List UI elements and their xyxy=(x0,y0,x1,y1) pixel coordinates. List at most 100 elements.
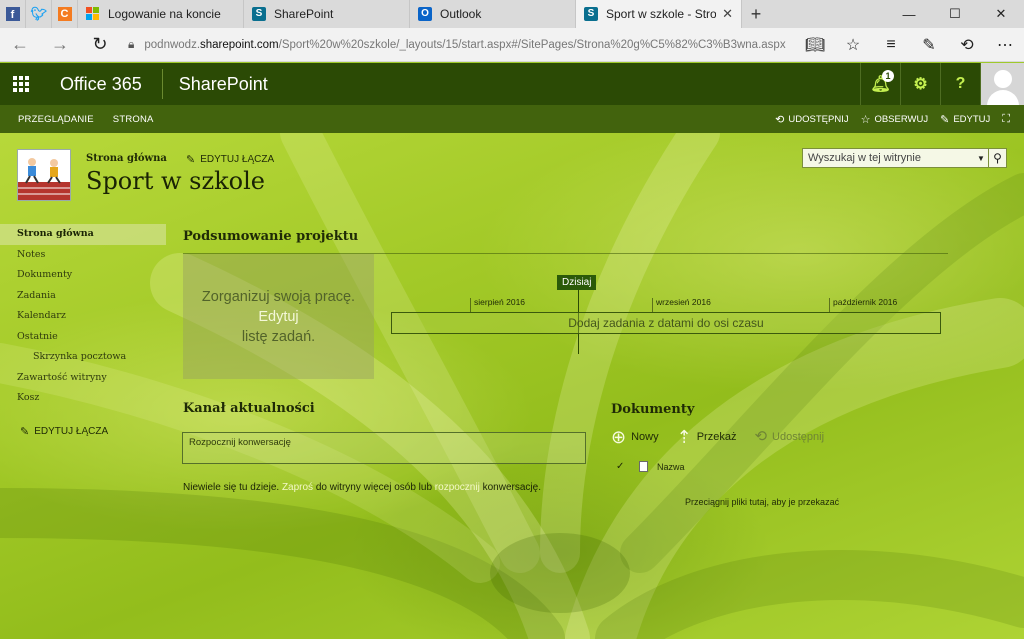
nav-item-site-contents[interactable]: Zawartość witryny xyxy=(0,368,166,389)
newsfeed-empty-message: Niewiele się tu dzieje. Zaproś do witryn… xyxy=(183,482,541,493)
search-input[interactable]: Wyszukaj w tej witrynie xyxy=(803,152,974,164)
tab-label: Logowanie na koncie xyxy=(108,7,221,21)
more-icon[interactable]: ⋯ xyxy=(986,35,1024,55)
web-note-icon[interactable]: ✎ xyxy=(910,35,948,55)
newsfeed-title[interactable]: Kanał aktualności xyxy=(183,401,315,416)
c-app-icon: C xyxy=(57,7,72,21)
search-scope-dropdown-icon[interactable]: ▼ xyxy=(974,154,988,163)
help-button[interactable]: ? xyxy=(940,63,980,105)
documents-title[interactable]: Dokumenty xyxy=(611,402,694,417)
nav-item-tasks[interactable]: Zadania xyxy=(0,286,166,307)
tab-sharepoint[interactable]: S SharePoint xyxy=(244,0,410,28)
maximize-button[interactable]: ☐ xyxy=(932,0,978,28)
share-document-button[interactable]: ⟲ Udostępnij xyxy=(754,428,824,446)
lock-icon: 🔒︎ xyxy=(128,37,135,51)
quick-launch-nav: Strona główna Notes Dokumenty Zadania Ka… xyxy=(0,224,166,409)
edit-label: EDYTUJ xyxy=(953,113,991,125)
month-tick xyxy=(652,298,653,312)
nav-item-notes[interactable]: Notes xyxy=(0,245,166,266)
breadcrumb[interactable]: Strona główna xyxy=(86,153,167,164)
sharepoint-icon: S xyxy=(584,7,598,21)
minimize-button[interactable]: — xyxy=(886,0,932,28)
office365-brand[interactable]: Office 365 xyxy=(42,69,163,99)
suite-bar: Office 365 SharePoint 🔔︎ 1 ⚙ ? xyxy=(0,63,1024,105)
page-title[interactable]: Sport w szkole xyxy=(86,167,265,195)
user-body-shape xyxy=(987,90,1019,105)
file-type-icon xyxy=(639,461,648,472)
avatar[interactable] xyxy=(980,63,1024,105)
new-tab-button[interactable]: + xyxy=(742,0,770,28)
tab-outlook[interactable]: O Outlook xyxy=(410,0,576,28)
user-head-shape xyxy=(994,70,1012,88)
project-summary-title[interactable]: Podsumowanie projektu xyxy=(183,229,358,244)
share-icon: ⟲ xyxy=(775,113,785,126)
tab-logowanie[interactable]: Logowanie na koncie xyxy=(78,0,244,28)
nav-item-documents[interactable]: Dokumenty xyxy=(0,265,166,286)
window-controls: — ☐ ✕ xyxy=(886,0,1024,28)
sharepoint-app-name[interactable]: SharePoint xyxy=(163,69,284,99)
edit-links-nav-button[interactable]: ✎ EDYTUJ ŁĄCZA xyxy=(20,425,108,438)
nav-item-recent[interactable]: Ostatnie xyxy=(0,327,166,348)
close-tab-icon[interactable]: ✕ xyxy=(722,6,733,22)
ribbon-tab-browse[interactable]: PRZEGLĄDANIE xyxy=(0,114,103,125)
notification-badge: 1 xyxy=(882,70,894,82)
timeline-month-oct: październik 2016 xyxy=(833,297,898,307)
focus-content-button[interactable]: ⛶ xyxy=(1002,113,1014,126)
upload-button[interactable]: ⇡ Przekaż xyxy=(677,428,737,446)
organize-text-1: Zorganizuj swoją pracę. xyxy=(201,288,356,305)
timeline-month-sep: wrzesień 2016 xyxy=(656,297,711,307)
share-site-button[interactable]: ⟲ UDOSTĘPNIJ xyxy=(775,113,848,126)
upload-label: Przekaż xyxy=(696,431,737,443)
refresh-button[interactable]: ↻ xyxy=(80,34,120,55)
empty-text-3: konwersację. xyxy=(479,482,541,493)
browser-tab-bar: f 🐦︎ C Logowanie na koncie S SharePoint … xyxy=(0,0,1024,28)
start-conversation-link[interactable]: rozpocznij xyxy=(435,482,480,493)
edit-task-list-link[interactable]: Edytuj xyxy=(258,307,298,327)
organize-text-3: listę zadań. xyxy=(241,328,316,345)
upload-icon: ⇡ xyxy=(676,427,692,447)
url-field[interactable]: 🔒︎ podnwodz. sharepoint.com/Sport%20w%20s… xyxy=(128,37,788,52)
select-all-checkmark-icon[interactable]: ✓ xyxy=(616,461,632,472)
url-path: /Sport%20w%20szkole/_layouts/15/start.as… xyxy=(278,38,786,51)
month-tick xyxy=(829,298,830,312)
nav-item-calendar[interactable]: Kalendarz xyxy=(0,306,166,327)
nav-item-recycle-bin[interactable]: Kosz xyxy=(0,388,166,409)
settings-button[interactable]: ⚙ xyxy=(900,63,940,105)
back-button[interactable]: ← xyxy=(0,34,40,55)
invite-link[interactable]: Zaproś xyxy=(282,482,313,493)
follow-button[interactable]: ☆ OBSERWUJ xyxy=(861,113,929,126)
forward-button[interactable]: → xyxy=(40,34,80,55)
browser-address-bar: ← → ↻ 🔒︎ podnwodz. sharepoint.com/Sport%2… xyxy=(0,28,1024,62)
column-name-header[interactable]: Nazwa xyxy=(657,462,685,472)
page-content: Strona główna ✎ EDYTUJ ŁĄCZA Sport w szk… xyxy=(0,133,1024,639)
close-window-button[interactable]: ✕ xyxy=(978,0,1024,28)
nav-item-home[interactable]: Strona główna xyxy=(0,224,166,245)
empty-text-1: Niewiele się tu dzieje. xyxy=(183,482,282,493)
tab-label: Sport w szkole - Strona xyxy=(606,7,717,21)
pinned-tab-twitter[interactable]: 🐦︎ xyxy=(26,0,52,28)
tab-label: Outlook xyxy=(440,7,482,21)
search-icon[interactable]: ⚲ xyxy=(988,149,1006,167)
month-tick xyxy=(470,298,471,312)
favorite-star-icon[interactable]: ☆ xyxy=(834,35,872,55)
site-search[interactable]: Wyszukaj w tej witrynie ▼ ⚲ xyxy=(802,148,1007,168)
timeline-bar[interactable]: Dodaj zadania z datami do osi czasu xyxy=(391,312,941,334)
share-icon[interactable]: ⟲ xyxy=(948,35,986,55)
pinned-tab-facebook[interactable]: f xyxy=(0,0,26,28)
edit-page-button[interactable]: ✎ EDYTUJ xyxy=(940,113,990,126)
pinned-tab-c[interactable]: C xyxy=(52,0,78,28)
tab-sport-w-szkole[interactable]: S Sport w szkole - Strona ✕ xyxy=(576,0,742,28)
notifications-button[interactable]: 🔔︎ 1 xyxy=(860,63,900,105)
ribbon-tab-page[interactable]: STRONA xyxy=(103,114,163,125)
hub-icon[interactable]: ≡ xyxy=(872,36,910,54)
app-launcher-button[interactable] xyxy=(0,63,42,105)
nav-item-mailbox[interactable]: Skrzynka pocztowa xyxy=(0,347,166,368)
site-logo[interactable] xyxy=(17,149,71,201)
new-document-button[interactable]: ⊕ Nowy xyxy=(611,428,659,446)
organize-tile: Zorganizuj swoją pracę. Edytuj listę zad… xyxy=(183,254,374,379)
empty-text-2: do witryny więcej osób lub xyxy=(313,482,435,493)
reading-view-icon[interactable]: 📖︎ xyxy=(796,35,834,55)
edit-links-top-button[interactable]: ✎ EDYTUJ ŁĄCZA xyxy=(186,153,274,166)
sharepoint-icon: S xyxy=(252,7,266,21)
conversation-input[interactable]: Rozpocznij konwersację xyxy=(182,432,586,464)
